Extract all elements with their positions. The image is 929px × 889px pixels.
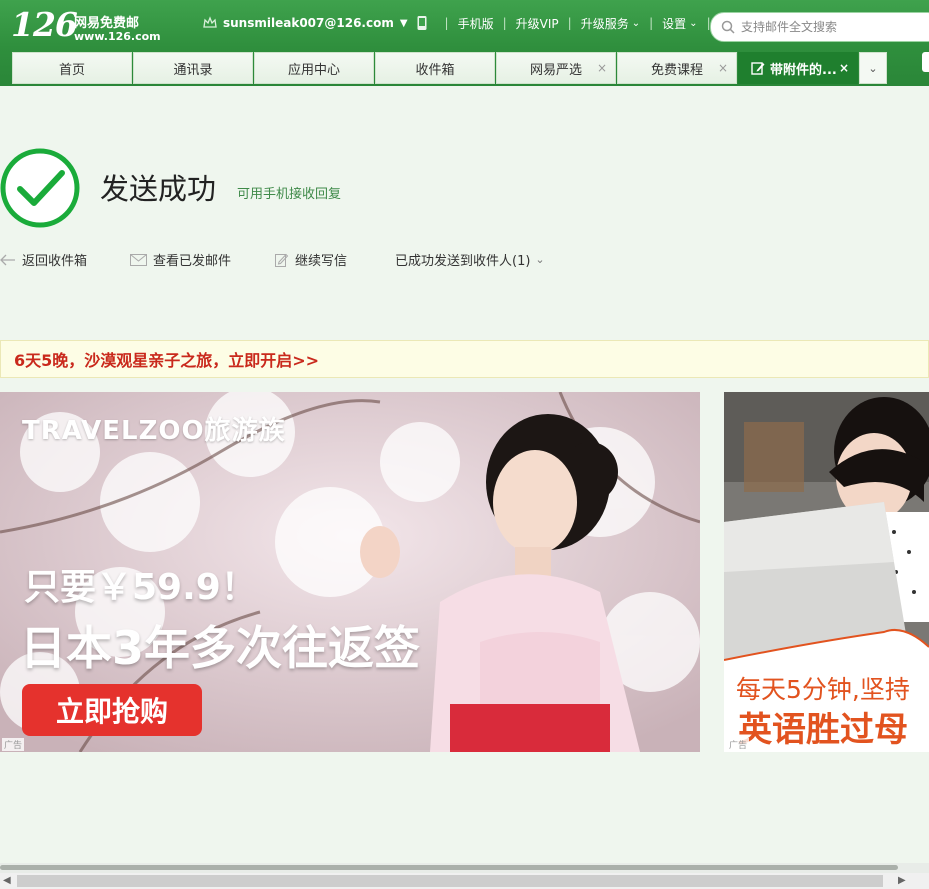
tab-home[interactable]: 首页 <box>12 52 132 84</box>
divider: | <box>444 16 449 30</box>
tab-label: 通讯录 <box>173 62 213 78</box>
envelope-icon <box>130 253 147 266</box>
sent-recipients-label: 已成功发送到收件人(1) <box>395 254 531 269</box>
promo-link[interactable]: 6天5晚，沙漠观星亲子之旅，立即开启>> <box>0 340 929 378</box>
ad-tag: 广告 <box>727 738 750 751</box>
logo-url[interactable]: www.126.com <box>74 30 161 43</box>
chevron-down-icon: ⌄ <box>868 61 878 75</box>
search-input[interactable] <box>739 19 923 35</box>
edit-icon <box>275 253 289 267</box>
english-ad-headline: 英语胜过母 <box>738 710 908 750</box>
phone-icon[interactable] <box>416 15 428 31</box>
scroll-right-icon[interactable]: ▶ <box>898 875 906 886</box>
tab-label: 免费课程 <box>650 62 703 78</box>
close-icon[interactable]: × <box>839 61 849 75</box>
mobile-version-link[interactable]: 手机版 <box>458 15 494 32</box>
view-sent-label: 查看已发邮件 <box>153 254 232 269</box>
travelzoo-logo: TRAVELZOO旅游族 <box>22 416 286 446</box>
english-ad-line1: 每天5分钟,坚持 <box>736 675 910 704</box>
scroll-indicator <box>0 865 898 870</box>
travel-ad-price: 只要￥59.9！ <box>24 567 257 608</box>
success-subtitle[interactable]: 可用手机接收回复 <box>237 183 341 202</box>
back-to-inbox-label: 返回收件箱 <box>22 254 88 269</box>
tab-label: 收件箱 <box>415 62 455 78</box>
settings-link[interactable]: 设置 <box>662 15 686 32</box>
view-sent-button[interactable]: 查看已发邮件 <box>130 250 231 269</box>
chevron-down-icon[interactable]: ⌄ <box>689 18 697 29</box>
divider: | <box>649 16 654 30</box>
buy-now-button[interactable]: 立即抢购 <box>22 684 202 736</box>
logo-number[interactable]: 126 <box>11 5 78 44</box>
tab-label: 网易严选 <box>529 62 582 78</box>
tab-label: 带附件的... <box>770 62 837 78</box>
close-icon[interactable]: × <box>597 61 607 75</box>
tab-compose-active[interactable]: 带附件的... × <box>738 52 858 84</box>
tab-inbox[interactable]: 收件箱 <box>375 52 495 84</box>
upgrade-service-link[interactable]: 升级服务 <box>581 15 629 32</box>
tab-yanxuan[interactable]: 网易严选 × <box>496 52 616 84</box>
user-bar: sunsmileak007@126.com ▼ | 手机版 | 升级VIP | … <box>202 14 790 32</box>
continue-write-label: 继续写信 <box>295 254 348 269</box>
tab-contacts[interactable]: 通讯录 <box>133 52 253 84</box>
success-title: 发送成功 <box>100 172 217 206</box>
divider: | <box>502 16 507 30</box>
chevron-down-icon: ⌄ <box>535 253 545 266</box>
tab-app-center[interactable]: 应用中心 <box>254 52 374 84</box>
logo-name[interactable]: 网易免费邮 <box>74 12 139 31</box>
upgrade-vip-link[interactable]: 升级VIP <box>516 15 559 32</box>
user-email[interactable]: sunsmileak007@126.com <box>223 16 394 30</box>
vip-crown-icon[interactable] <box>202 15 218 31</box>
travel-ad-headline: 日本3年多次往返签 <box>20 621 421 675</box>
chevron-down-icon[interactable]: ⌄ <box>632 18 640 29</box>
tab-label: 应用中心 <box>287 62 340 78</box>
close-icon[interactable]: × <box>718 61 728 75</box>
tab-label: 首页 <box>58 62 85 78</box>
scroll-thumb[interactable] <box>17 875 883 887</box>
tab-free-courses[interactable]: 免费课程 × <box>617 52 737 84</box>
horizontal-scrollbar[interactable]: ◀ ▶ <box>0 863 929 889</box>
success-check-icon <box>0 148 80 228</box>
search-box[interactable] <box>710 12 929 42</box>
search-icon[interactable] <box>721 20 735 34</box>
continue-write-button[interactable]: 继续写信 <box>275 250 347 269</box>
arrow-left-icon <box>0 254 15 265</box>
back-to-inbox-button[interactable]: 返回收件箱 <box>0 250 87 269</box>
chevron-down-icon[interactable]: ▼ <box>400 18 408 29</box>
divider: | <box>567 16 572 30</box>
ad-tag: 广告 <box>2 738 25 751</box>
edge-button[interactable] <box>922 52 929 72</box>
scroll-left-icon[interactable]: ◀ <box>3 875 11 886</box>
tab-overflow-button[interactable]: ⌄ <box>859 52 887 84</box>
top-header: 126 网易免费邮 www.126.com sunsmileak007@126.… <box>0 0 929 86</box>
tab-bar: 首页 通讯录 应用中心 收件箱 网易严选 × 免费课程 × 带附件的... × ⌄ <box>12 52 887 84</box>
compose-icon <box>751 62 765 75</box>
sent-recipients-dropdown[interactable]: 已成功发送到收件人(1) ⌄ <box>395 250 545 269</box>
